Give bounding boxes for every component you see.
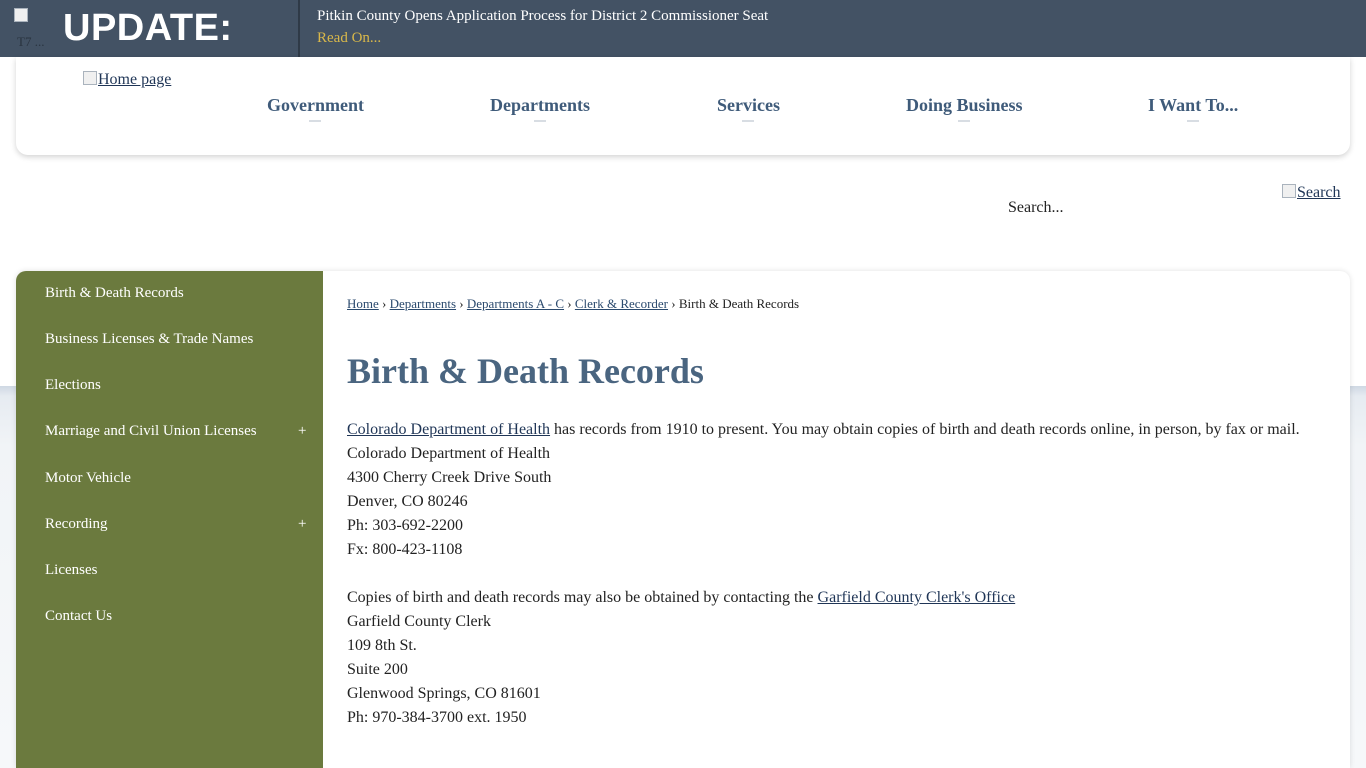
sidebar-nav: Birth & Death Records Business Licenses … — [16, 271, 323, 768]
nav-doing-business[interactable]: Doing Business — [906, 95, 1023, 122]
sidebar-item-marriage-civil-union[interactable]: Marriage and Civil Union Licenses — [45, 423, 257, 440]
address2-line: Suite 200 — [347, 661, 408, 678]
breadcrumb-departments-a-c[interactable]: Departments A - C — [467, 296, 564, 311]
breadcrumb-clerk-recorder[interactable]: Clerk & Recorder — [575, 296, 668, 311]
sidebar-item-elections[interactable]: Elections — [45, 377, 101, 394]
sidebar-item-motor-vehicle[interactable]: Motor Vehicle — [45, 470, 131, 487]
address2-line: Ph: 970-384-3700 ext. 1950 — [347, 709, 527, 726]
address1-line: Denver, CO 80246 — [347, 493, 468, 510]
breadcrumb-home[interactable]: Home — [347, 296, 379, 311]
search-button[interactable]: Search — [1282, 184, 1341, 202]
breadcrumb: Home › Departments › Departments A - C ›… — [347, 296, 799, 312]
alert-logo-image: T7 ... — [14, 8, 52, 50]
nav-indicator — [742, 120, 755, 122]
nav-indicator — [1187, 120, 1200, 122]
nav-label: Government — [267, 95, 364, 115]
address1-line: Colorado Department of Health — [347, 445, 551, 462]
nav-indicator — [533, 120, 546, 122]
nav-indicator — [958, 120, 971, 122]
nav-i-want-to[interactable]: I Want To... — [1148, 95, 1238, 122]
intro-paragraph: Colorado Department of Health has record… — [347, 421, 1300, 439]
breadcrumb-separator: › — [382, 296, 387, 311]
nav-departments[interactable]: Departments — [490, 95, 590, 122]
expand-plus-icon[interactable]: + — [298, 516, 306, 533]
colorado-dept-health-link[interactable]: Colorado Department of Health — [347, 421, 550, 438]
sidebar-item-licenses[interactable]: Licenses — [45, 562, 97, 579]
page-title: Birth & Death Records — [347, 351, 704, 391]
address2-line: 109 8th St. — [347, 637, 417, 654]
alert-read-on-link[interactable]: Read On... — [317, 30, 381, 47]
nav-label: Departments — [490, 95, 590, 115]
search-input[interactable]: Search... — [1008, 199, 1064, 217]
breadcrumb-departments[interactable]: Departments — [390, 296, 456, 311]
alert-divider — [298, 0, 300, 57]
intro-text: has records from 1910 to present. You ma… — [550, 421, 1300, 438]
site-header: Home page Government Departments Service… — [16, 57, 1350, 155]
expand-plus-icon[interactable]: + — [298, 423, 306, 440]
sidebar-item-contact-us[interactable]: Contact Us — [45, 608, 112, 625]
alert-logo-alt: T7 ... — [17, 34, 45, 49]
breadcrumb-separator: › — [567, 296, 572, 311]
breadcrumb-current: Birth & Death Records — [678, 296, 800, 311]
home-page-alt: Home page — [98, 71, 172, 88]
search-button-alt: Search — [1297, 184, 1341, 201]
broken-image-icon — [14, 8, 28, 22]
nav-label: Doing Business — [906, 95, 1023, 115]
alert-bar: T7 ... UPDATE: Pitkin County Opens Appli… — [0, 0, 1366, 57]
address1-line: 4300 Cherry Creek Drive South — [347, 469, 552, 486]
garfield-paragraph: Copies of birth and death records may al… — [347, 589, 1015, 607]
garfield-text: Copies of birth and death records may al… — [347, 589, 818, 606]
sidebar-item-business-licenses[interactable]: Business Licenses & Trade Names — [45, 331, 253, 348]
address2-line: Garfield County Clerk — [347, 613, 491, 630]
sidebar-item-recording[interactable]: Recording — [45, 516, 107, 533]
home-page-logo-link[interactable]: Home page — [83, 71, 171, 89]
nav-label: Services — [717, 95, 780, 115]
nav-label: I Want To... — [1148, 95, 1239, 115]
breadcrumb-separator: › — [671, 296, 676, 311]
sidebar-item-birth-death-records[interactable]: Birth & Death Records — [45, 285, 184, 302]
nav-services[interactable]: Services — [717, 95, 780, 122]
address1-line: Fx: 800-423-1108 — [347, 541, 463, 558]
address1-line: Ph: 303-692-2200 — [347, 517, 463, 534]
garfield-clerk-link[interactable]: Garfield County Clerk's Office — [818, 589, 1016, 606]
search-icon — [1282, 184, 1296, 198]
nav-government[interactable]: Government — [267, 95, 364, 122]
nav-indicator — [309, 120, 322, 122]
alert-title: UPDATE: — [63, 7, 233, 49]
broken-image-icon — [83, 71, 97, 85]
breadcrumb-separator: › — [459, 296, 464, 311]
alert-headline[interactable]: Pitkin County Opens Application Process … — [317, 8, 768, 25]
address2-line: Glenwood Springs, CO 81601 — [347, 685, 541, 702]
